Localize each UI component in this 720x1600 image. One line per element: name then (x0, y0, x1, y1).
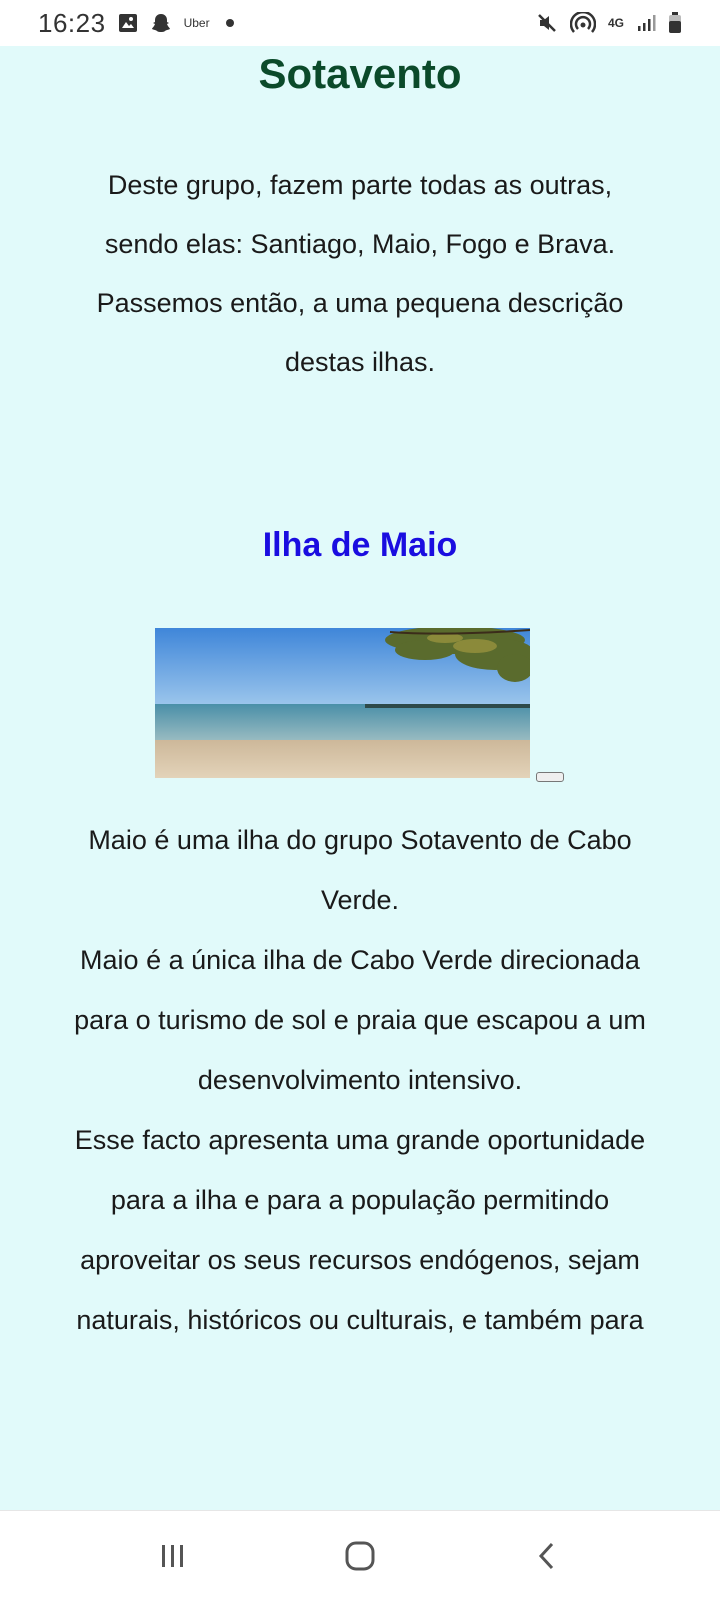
status-right: 4G (536, 12, 682, 34)
status-left: 16:23 Uber (38, 8, 234, 39)
beach-photo (155, 628, 530, 778)
navigation-bar (0, 1510, 720, 1600)
recent-apps-icon[interactable] (143, 1526, 203, 1586)
battery-icon (668, 12, 682, 34)
status-time: 16:23 (38, 7, 106, 38)
status-bar: 16:23 Uber 4G (0, 0, 720, 46)
paragraph: Maio é uma ilha do grupo Sotavento de Ca… (88, 825, 632, 915)
page-title: Sotavento (258, 50, 462, 97)
uber-icon: Uber (183, 16, 210, 30)
gallery-icon (118, 13, 138, 33)
image-expand-button[interactable] (536, 772, 564, 782)
snapchat-icon (150, 12, 172, 34)
paragraph: Esse facto apresenta uma grande oportuni… (74, 1125, 646, 1335)
network-4g-icon: 4G (607, 16, 624, 30)
notification-dot-icon (225, 19, 234, 27)
mute-icon (536, 12, 558, 34)
intro-text: Deste grupo, fazem parte todas as outras… (96, 170, 624, 377)
section-title: Ilha de Maio (262, 526, 458, 564)
signal-icon (636, 13, 656, 33)
paragraph: Maio é a única ilha de Cabo Verde direci… (74, 945, 646, 1095)
home-icon[interactable] (330, 1526, 390, 1586)
body-text: Maio é uma ilha do grupo Sotavento de Ca… (70, 810, 650, 1350)
hotspot-icon (569, 12, 596, 34)
back-icon[interactable] (517, 1526, 577, 1586)
page-content: Sotavento Deste grupo, fazem parte todas… (0, 46, 720, 1510)
